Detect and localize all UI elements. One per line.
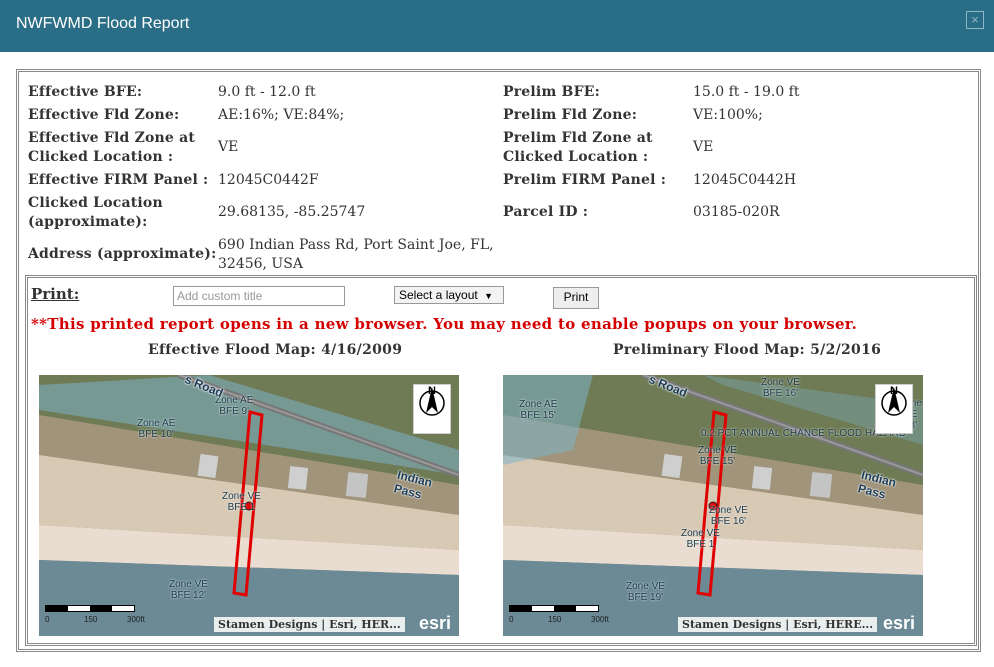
preliminary-map-title: Preliminary Flood Map: 5/2/2016 bbox=[613, 342, 882, 358]
north-arrow-icon: N bbox=[413, 384, 451, 434]
zone-label: Zone VE BFE 1 bbox=[681, 528, 720, 550]
prelim-clicked-zone-value: VE bbox=[693, 139, 714, 155]
effective-clicked-zone-label-2: Clicked Location : bbox=[28, 149, 174, 165]
prelim-clicked-zone-label-1: Prelim Fld Zone at bbox=[503, 130, 653, 146]
custom-title-input[interactable] bbox=[173, 286, 345, 306]
prelim-panel-value: 12045C0442H bbox=[693, 172, 797, 188]
preliminary-flood-map[interactable]: Zone AE BFE 15' Zone VE BFE 16' Zone VE BFE… bbox=[503, 375, 923, 636]
esri-logo: esri bbox=[418, 613, 451, 633]
print-button[interactable]: Print bbox=[553, 287, 599, 309]
address-value-line1: 690 Indian Pass Rd, Port Saint Joe, FL, bbox=[218, 237, 494, 253]
layout-select-value: Select a layout bbox=[399, 288, 478, 302]
zone-label: Zone AE BFE 10' bbox=[137, 418, 176, 440]
report-container: Effective BFE: 9.0 ft - 12.0 ft Effectiv… bbox=[16, 69, 981, 652]
north-arrow-icon: N bbox=[875, 384, 913, 434]
parcel-id-value: 03185-020R bbox=[693, 204, 780, 220]
scale-label: 300ft bbox=[127, 615, 145, 624]
layout-select[interactable]: Select a layout ▼ bbox=[394, 286, 504, 304]
address-label: Address (approximate): bbox=[28, 246, 217, 262]
print-label: Print: bbox=[31, 285, 80, 303]
zone-label: Zone VE BFE 19' bbox=[626, 581, 665, 603]
prelim-clicked-zone-label-2: Clicked Location : bbox=[503, 149, 649, 165]
effective-panel-value: 12045C0442F bbox=[218, 172, 319, 188]
scale-label: 150 bbox=[548, 615, 562, 624]
effective-bfe-value: 9.0 ft - 12.0 ft bbox=[218, 84, 316, 100]
map-attribution[interactable]: Stamen Designs | Esri, HERE... bbox=[678, 617, 878, 632]
clicked-location-value: 29.68135, -85.25747 bbox=[218, 204, 366, 220]
effective-zone-value: AE:16%; VE:84%; bbox=[218, 107, 345, 123]
prelim-panel-label: Prelim FIRM Panel : bbox=[503, 172, 667, 188]
dialog-title: NWFWMD Flood Report bbox=[16, 15, 190, 32]
chevron-down-icon: ▼ bbox=[484, 291, 493, 301]
effective-bfe-label: Effective BFE: bbox=[28, 84, 143, 100]
zone-label: Zone VE BFE 1 bbox=[222, 491, 261, 513]
address-value-line2: 32456, USA bbox=[218, 256, 303, 272]
scale-label: 0 bbox=[45, 615, 50, 624]
print-section: Print: Select a layout ▼ Print **This pr… bbox=[25, 275, 977, 646]
effective-map-title: Effective Flood Map: 4/16/2009 bbox=[148, 342, 403, 358]
popup-warning: **This printed report opens in a new bro… bbox=[31, 315, 858, 333]
close-icon[interactable]: × bbox=[966, 11, 984, 29]
dialog-titlebar: NWFWMD Flood Report × bbox=[0, 0, 994, 52]
effective-clicked-zone-value: VE bbox=[218, 139, 239, 155]
effective-zone-label: Effective Fld Zone: bbox=[28, 107, 180, 123]
scale-label: 300ft bbox=[591, 615, 609, 624]
esri-logo: esri bbox=[882, 613, 915, 633]
zone-label: Zone VE BFE 12' bbox=[169, 579, 208, 601]
scale-bar bbox=[45, 605, 135, 612]
zone-label: Zone VE BFE 15' bbox=[698, 445, 737, 467]
scale-label: 0 bbox=[509, 615, 514, 624]
zone-label: Zone AE BFE 15' bbox=[519, 399, 558, 421]
zone-label: Zone VE BFE 16' bbox=[761, 377, 800, 399]
map-attribution[interactable]: Stamen Designs | Esri, HER... bbox=[214, 617, 405, 632]
prelim-bfe-value: 15.0 ft - 19.0 ft bbox=[693, 84, 800, 100]
zone-label: Zone VE BFE 16' bbox=[709, 505, 748, 527]
zone-label: Zone AE BFE 9' bbox=[215, 395, 254, 417]
clicked-location-label-2: (approximate): bbox=[28, 214, 148, 230]
clicked-location-label-1: Clicked Location bbox=[28, 195, 163, 211]
effective-clicked-zone-label-1: Effective Fld Zone at bbox=[28, 130, 196, 146]
effective-flood-map[interactable]: Zone AE BFE 9' Zone AE BFE 10' Zone VE BFE … bbox=[39, 375, 459, 636]
scale-label: 150 bbox=[84, 615, 98, 624]
prelim-zone-value: VE:100%; bbox=[693, 107, 763, 123]
prelim-zone-label: Prelim Fld Zone: bbox=[503, 107, 638, 123]
flood-info-table: Effective BFE: 9.0 ft - 12.0 ft Effectiv… bbox=[19, 72, 978, 272]
prelim-bfe-label: Prelim BFE: bbox=[503, 84, 600, 100]
scale-bar bbox=[509, 605, 599, 612]
effective-panel-label: Effective FIRM Panel : bbox=[28, 172, 209, 188]
parcel-id-label: Parcel ID : bbox=[503, 204, 589, 220]
